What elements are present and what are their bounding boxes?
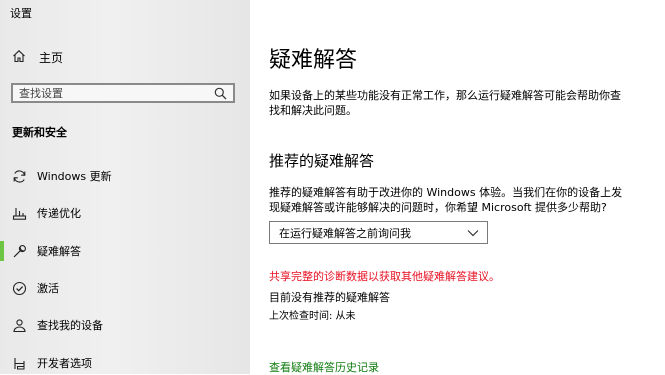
sidebar-item-label: Windows 更新 [37,170,112,183]
search-icon[interactable] [213,86,227,100]
wrench-icon [11,243,27,259]
sidebar-item-label: 查找我的设备 [37,319,103,332]
recommended-desc-line-1: 推荐的疑难解答有助于改进你的 Windows 体验。当我们在你的设备上发 [269,186,623,199]
sidebar-item-delivery-optimization[interactable]: 传递优化 [0,202,250,224]
sidebar-item-label: 传递优化 [37,207,81,220]
recommended-heading: 推荐的疑难解答 [269,152,375,170]
developer-icon [11,355,27,371]
app-title: 设置 [10,7,32,20]
sidebar-item-label: 疑难解答 [37,245,81,258]
find-device-icon [11,317,27,333]
sync-icon [11,168,27,184]
last-checked-text: 上次检查时间: 从未 [269,311,356,322]
section-title: 更新和安全 [12,126,67,139]
home-label: 主页 [39,50,64,65]
intro-line-2: 找和解决此问题。 [269,104,357,117]
recommended-description: 推荐的疑难解答有助于改进你的 Windows 体验。当我们在你的设备上发 现疑难… [269,185,629,215]
home-icon [12,48,26,67]
delivery-optimization-icon [11,205,27,221]
chevron-down-icon [467,227,479,239]
search-box[interactable] [11,83,235,103]
sidebar-item-developer-options[interactable]: 开发者选项 [0,352,250,374]
no-recommendations-text: 目前没有推荐的疑难解答 [269,291,390,304]
view-history-link[interactable]: 查看疑难解答历史记录 [269,359,379,375]
sidebar-home[interactable]: 主页 [12,49,63,65]
sidebar-item-label: 开发者选项 [37,357,92,370]
selection-indicator [0,241,4,261]
recommended-troubleshoot-dropdown[interactable]: 在运行疑难解答之前询问我 [269,221,488,244]
search-input[interactable] [13,86,213,100]
intro-line-1: 如果设备上的某些功能没有正常工作，那么运行疑难解答可能会帮助你查 [269,89,621,102]
page-title: 疑难解答 [269,48,358,73]
sidebar-item-troubleshoot[interactable]: 疑难解答 [0,240,250,262]
recommended-desc-line-2: 现疑难解答或许能够解决的问题时，你希望 Microsoft 提供多少帮助? [269,201,607,214]
sidebar-item-find-my-device[interactable]: 查找我的设备 [0,314,250,336]
sidebar-item-label: 激活 [37,282,59,295]
intro-text: 如果设备上的某些功能没有正常工作，那么运行疑难解答可能会帮助你查 找和解决此问题… [269,88,629,118]
dropdown-selected-value: 在运行疑难解答之前询问我 [279,226,411,240]
sidebar: 设置 主页 更新和安全 Windows 更新 传递优化 疑难解答 [0,0,250,374]
activation-check-icon [11,280,27,296]
sidebar-item-activation[interactable]: 激活 [0,277,250,299]
sidebar-item-windows-update[interactable]: Windows 更新 [0,165,250,187]
diagnostic-data-warning[interactable]: 共享完整的诊断数据以获取其他疑难解答建议。 [269,268,500,284]
